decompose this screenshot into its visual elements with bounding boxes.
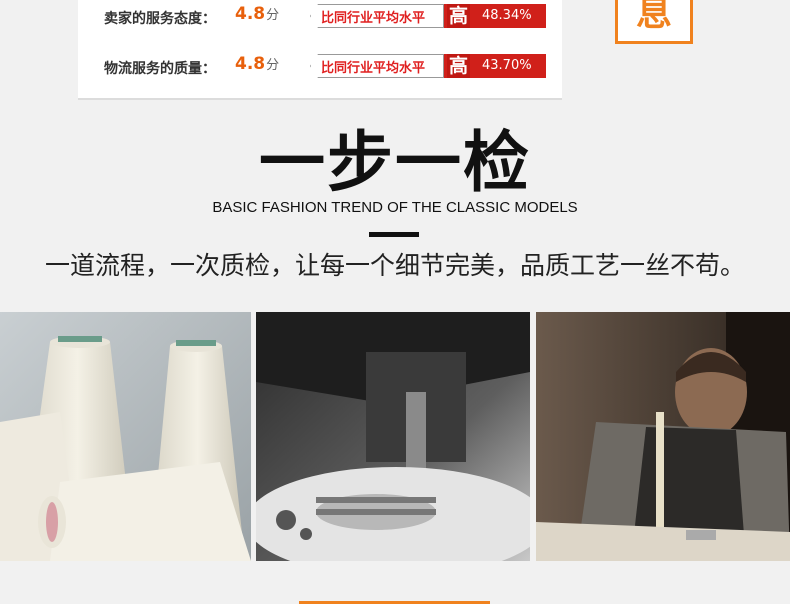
compare-high-badge: 高 43.70% [444,54,546,78]
rating-row-service: 卖家的服务态度： 4.8分 比同行业平均水平 高 48.34% [78,2,562,32]
rating-score-value: 4.8 [235,54,266,74]
section-subtitle: BASIC FASHION TREND OF THE CLASSIC MODEL… [212,199,578,216]
compare-percent: 48.34% [482,8,532,23]
contact-badge-char: 息 [636,0,673,34]
rating-compare: 比同行业平均水平 高 48.34% [310,4,546,28]
rating-label: 物流服务的质量： [104,61,216,77]
rating-compare: 比同行业平均水平 高 43.70% [310,54,546,78]
compare-level: 高 [447,4,471,28]
compare-text: 比同行业平均水平 [321,11,426,26]
rating-label: 卖家的服务态度： [104,11,216,27]
compare-percent: 43.70% [482,58,532,73]
rating-score-value: 4.8 [235,4,266,24]
sewing-machine-photo [256,312,530,561]
contact-badge[interactable]: 息 [615,0,693,44]
rating-score-unit: 分 [266,58,280,73]
rating-row-logistics: 物流服务的质量： 4.8分 比同行业平均水平 高 43.70% [78,52,562,82]
compare-high-badge: 高 48.34% [444,4,546,28]
yarn-spools-photo [0,312,251,561]
rating-score-unit: 分 [266,8,280,23]
compare-text: 比同行业平均水平 [321,61,426,76]
shop-rating-card: 卖家的服务态度： 4.8分 比同行业平均水平 高 48.34% 物流服务的质量：… [78,0,562,100]
compare-level: 高 [447,54,471,78]
title-divider [369,232,419,237]
rating-score: 4.8分 [235,4,279,24]
tailor-photo [536,312,790,561]
rating-score: 4.8分 [235,54,279,74]
section-title: 一步一检 [259,123,531,201]
section-slogan: 一道流程，一次质检，让每一个细节完美，品质工艺一丝不苟。 [44,251,745,280]
